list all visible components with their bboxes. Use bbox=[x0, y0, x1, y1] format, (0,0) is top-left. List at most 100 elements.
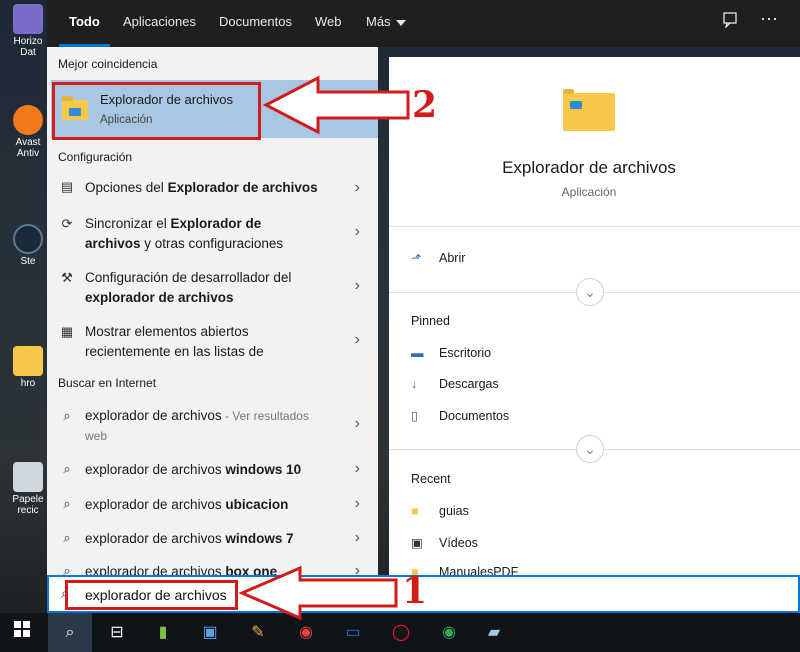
annotation-highlight-box bbox=[52, 82, 261, 140]
best-match-heading: Mejor coincidencia bbox=[58, 57, 158, 71]
chevron-right-icon: › bbox=[354, 223, 360, 240]
web-result-label: explorador de archivos - Ver resultados w… bbox=[85, 408, 309, 443]
open-icon: ⬏ bbox=[411, 251, 422, 265]
file-explorer-large-icon bbox=[563, 89, 615, 131]
horizon-app-icon bbox=[13, 4, 43, 34]
tab-web[interactable]: Web bbox=[305, 0, 352, 47]
store-icon[interactable]: ▣ bbox=[197, 620, 223, 646]
recent-heading: Recent bbox=[411, 472, 451, 486]
web-result-item[interactable]: ⌕ explorador de archivos ubicacion › bbox=[47, 494, 378, 518]
config-item[interactable]: ⟳ Sincronizar el Explorador de archivos y… bbox=[47, 213, 378, 253]
chevron-down-icon bbox=[395, 19, 406, 26]
desktop-icon-label: hro bbox=[20, 378, 36, 389]
preview-subtitle: Aplicación bbox=[561, 185, 617, 199]
taskbar-icon: ▦ bbox=[60, 324, 74, 339]
pinned-heading: Pinned bbox=[411, 314, 450, 328]
recent-item[interactable]: ▣ Vídeos bbox=[411, 535, 478, 550]
video-folder-icon: ▣ bbox=[411, 536, 423, 550]
desktop-icon-label: Ste bbox=[20, 256, 36, 267]
taskbar: ⌕ ⊟ ▮ ▣ ✎ ◉ ▭ ◯ ◉ ▰ bbox=[0, 613, 800, 652]
preview-title: Explorador de archivos bbox=[502, 158, 676, 177]
document-icon: ▯ bbox=[411, 409, 418, 423]
folder-icon bbox=[13, 346, 43, 376]
config-item[interactable]: ▦ Mostrar elementos abiertos recientement… bbox=[47, 321, 378, 361]
desktop-icon[interactable]: hro bbox=[6, 346, 50, 389]
paint-icon[interactable]: ✎ bbox=[245, 620, 271, 646]
folder-options-icon: ▤ bbox=[60, 179, 74, 194]
config-item[interactable]: ⚒ Configuración de desarrollador del expl… bbox=[47, 267, 378, 307]
desktop-icon[interactable]: Avast Antiv bbox=[6, 105, 50, 159]
chevron-right-icon: › bbox=[354, 460, 360, 477]
chevron-right-icon: › bbox=[354, 415, 360, 432]
config-heading: Configuración bbox=[58, 150, 133, 164]
config-item-label: Mostrar elementos abiertos recientemente … bbox=[85, 324, 264, 359]
chevron-right-icon: › bbox=[354, 277, 360, 294]
open-label: Abrir bbox=[439, 251, 466, 265]
more-options-icon[interactable]: ⋯ bbox=[760, 9, 778, 30]
notepad-app-icon[interactable]: ▮ bbox=[150, 620, 176, 646]
web-result-item[interactable]: ⌕ explorador de archivos windows 10 › bbox=[47, 459, 378, 483]
internet-heading: Buscar en Internet bbox=[58, 376, 157, 390]
chevron-right-icon: › bbox=[354, 331, 360, 348]
tab-documentos[interactable]: Documentos bbox=[209, 0, 302, 47]
tab-mas[interactable]: Más bbox=[356, 0, 416, 47]
search-icon: ⌕ bbox=[63, 530, 71, 545]
annotation-arrow-2 bbox=[262, 75, 410, 135]
tab-todo[interactable]: Todo bbox=[59, 0, 110, 47]
config-item-label: Sincronizar el Explorador de archivos y o… bbox=[85, 216, 284, 251]
pinned-item[interactable]: ▬ Escritorio bbox=[411, 346, 491, 360]
search-icon: ⌕ bbox=[63, 563, 71, 575]
chrome-alt-icon[interactable]: ◉ bbox=[436, 620, 462, 646]
recycle-bin-icon bbox=[13, 462, 43, 492]
steam-icon bbox=[13, 224, 43, 254]
desktop-icon[interactable]: Horizo Dat bbox=[6, 4, 50, 58]
tab-label: Web bbox=[315, 14, 342, 29]
open-action[interactable]: ⬏ Abrir bbox=[411, 250, 465, 265]
desktop-icon-label: Papele recic bbox=[12, 494, 44, 516]
desktop-icon[interactable]: Papele recic bbox=[6, 462, 50, 516]
chevron-right-icon: › bbox=[354, 529, 360, 546]
search-icon: ⌕ bbox=[63, 461, 71, 476]
pinned-item[interactable]: ↓ Descargas bbox=[411, 377, 499, 391]
annotation-step-2: 2 bbox=[412, 84, 438, 126]
display-app-icon[interactable]: ▭ bbox=[340, 620, 366, 646]
folder-icon: ■ bbox=[411, 504, 419, 518]
search-icon: ⌕ bbox=[63, 408, 71, 423]
tab-label: Más bbox=[366, 14, 391, 29]
windows-start-icon[interactable] bbox=[9, 620, 35, 646]
chrome-icon[interactable]: ◉ bbox=[293, 620, 319, 646]
feedback-icon[interactable] bbox=[722, 12, 738, 33]
annotation-step-1: 1 bbox=[402, 570, 428, 612]
expand-chevron-icon[interactable]: ⌄ bbox=[576, 435, 604, 463]
preview-panel: Explorador de archivos Aplicación ⬏ Abrir… bbox=[389, 57, 800, 575]
search-icon: ⌕ bbox=[63, 496, 71, 511]
desktop-icon[interactable]: Ste bbox=[6, 224, 50, 267]
pinned-item[interactable]: ▯ Documentos bbox=[411, 408, 509, 423]
tab-label: Aplicaciones bbox=[123, 14, 196, 29]
chevron-right-icon: › bbox=[354, 495, 360, 512]
tab-label: Todo bbox=[69, 14, 100, 29]
avast-icon bbox=[13, 105, 43, 135]
recent-item[interactable]: ■ guias bbox=[411, 504, 469, 518]
task-view-icon[interactable]: ⊟ bbox=[104, 620, 130, 646]
divider bbox=[389, 226, 800, 227]
files-app-icon[interactable]: ▰ bbox=[481, 620, 507, 646]
config-item[interactable]: ▤ Opciones del Explorador de archivos › bbox=[47, 176, 378, 202]
tab-aplicaciones[interactable]: Aplicaciones bbox=[113, 0, 206, 47]
config-item-label: Configuración de desarrollador del explor… bbox=[85, 270, 292, 305]
opera-icon[interactable]: ◯ bbox=[388, 620, 414, 646]
web-result-item[interactable]: ⌕ explorador de archivos windows 7 › bbox=[47, 528, 378, 552]
recent-item[interactable]: ■ ManualesPDF bbox=[411, 565, 518, 575]
developer-tools-icon: ⚒ bbox=[61, 270, 73, 285]
annotation-arrow-1 bbox=[238, 565, 398, 621]
web-result-item[interactable]: ⌕ explorador de archivos - Ver resultado… bbox=[47, 405, 378, 447]
web-result-label: explorador de archivos ubicacion bbox=[85, 497, 289, 512]
chevron-right-icon: › bbox=[354, 179, 360, 196]
download-icon: ↓ bbox=[411, 377, 418, 391]
search-icon[interactable]: ⌕ bbox=[48, 613, 92, 652]
desktop-icon-label: Avast Antiv bbox=[15, 137, 41, 159]
expand-chevron-icon[interactable]: ⌄ bbox=[576, 278, 604, 306]
sync-icon: ⟳ bbox=[61, 216, 73, 231]
config-item-label: Opciones del Explorador de archivos bbox=[85, 180, 318, 195]
desktop-icon-label: Horizo Dat bbox=[13, 36, 43, 58]
